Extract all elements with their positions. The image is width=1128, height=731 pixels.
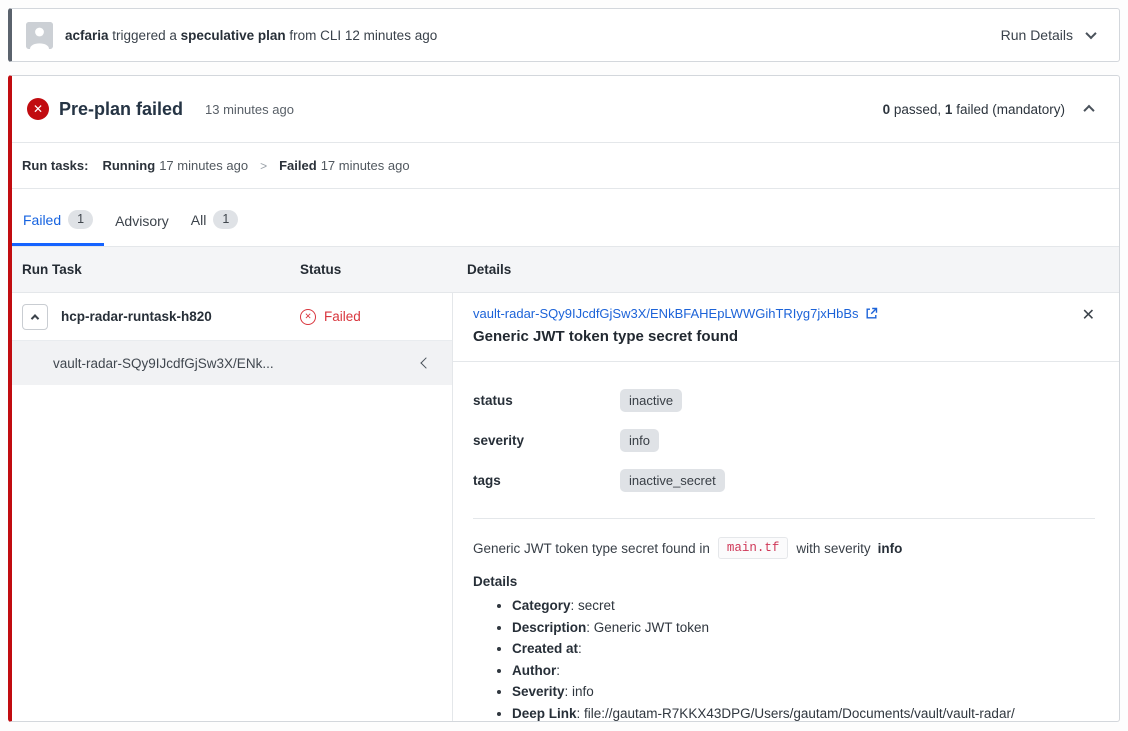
- stage-separator: >: [260, 159, 267, 173]
- tab-all[interactable]: All 1: [180, 210, 250, 246]
- chevron-left-icon: [420, 357, 431, 368]
- list-item: Description: Generic JWT token: [512, 620, 1095, 635]
- list-item: Deep Link: file://gautam-R7KKX43DPG/User…: [512, 706, 1095, 721]
- failed-status-icon: ✕: [300, 309, 316, 325]
- divider: [473, 518, 1095, 519]
- finding-message: Generic JWT token type secret found in m…: [473, 537, 1095, 559]
- trigger-user: acfaria: [65, 28, 109, 43]
- details-header: vault-radar-SQy9IJcdfGjSw3X/ENkBFAHEpLWW…: [453, 293, 1119, 362]
- run-task-list: hcp-radar-runtask-h820 ✕ Failed vault-ra…: [12, 293, 453, 721]
- tags-value-badge: inactive_secret: [620, 469, 725, 492]
- file-name-chip: main.tf: [718, 537, 789, 559]
- run-details-dropdown[interactable]: Run Details: [1001, 27, 1095, 43]
- run-tasks-stage-failed: Failed17 minutes ago: [279, 158, 409, 173]
- run-trigger-bar: acfaria triggered a speculative plan fro…: [8, 8, 1120, 62]
- failed-circle-icon: ✕: [27, 98, 49, 120]
- run-tasks-label: Run tasks:: [22, 158, 88, 173]
- tab-advisory[interactable]: Advisory: [104, 213, 180, 246]
- tab-all-count-badge: 1: [213, 210, 238, 229]
- table-header: Run Task Status Details: [12, 247, 1119, 293]
- column-header-status: Status: [300, 262, 467, 277]
- run-tasks-timeline: Run tasks: Running17 minutes ago > Faile…: [12, 142, 1119, 189]
- chevron-up-icon: [31, 314, 39, 322]
- pre-plan-summary: 0 passed, 1 failed (mandatory): [883, 102, 1093, 117]
- result-name: vault-radar-SQy9IJcdfGjSw3X/ENk...: [53, 356, 274, 371]
- user-avatar-icon: [26, 22, 53, 49]
- collapse-row-button[interactable]: [22, 304, 48, 330]
- tab-failed-count-badge: 1: [68, 210, 93, 229]
- column-header-run-task: Run Task: [22, 262, 300, 277]
- summary-text: 0 passed, 1 failed (mandatory): [883, 102, 1065, 117]
- list-item: Created at:: [512, 641, 1095, 656]
- field-status: status inactive: [473, 380, 1095, 420]
- field-severity: severity info: [473, 420, 1095, 460]
- finding-title: Generic JWT token type secret found: [473, 328, 878, 345]
- column-header-details: Details: [467, 262, 1119, 277]
- details-subheading: Details: [473, 574, 1095, 589]
- status-badge: ✕ Failed: [300, 309, 452, 325]
- finding-details-list: Category: secret Description: Generic JW…: [473, 598, 1095, 721]
- tab-failed[interactable]: Failed 1: [12, 210, 104, 246]
- run-page: acfaria triggered a speculative plan fro…: [0, 0, 1128, 731]
- list-item: Severity: info: [512, 684, 1095, 699]
- run-details-label: Run Details: [1001, 27, 1073, 43]
- status-label: Failed: [324, 309, 361, 324]
- list-item: Category: secret: [512, 598, 1095, 613]
- trigger-summary: acfaria triggered a speculative plan fro…: [65, 28, 437, 43]
- list-item-result[interactable]: vault-radar-SQy9IJcdfGjSw3X/ENk...: [12, 341, 452, 385]
- chevron-down-icon: [1085, 28, 1096, 39]
- trigger-action: speculative plan: [181, 28, 286, 43]
- pre-plan-time: 13 minutes ago: [205, 102, 294, 117]
- table-row: hcp-radar-runtask-h820 ✕ Failed: [12, 293, 452, 341]
- status-value-badge: inactive: [620, 389, 682, 412]
- run-tasks-stage-running: Running17 minutes ago: [102, 158, 248, 173]
- details-body: status inactive severity info tags inact…: [453, 362, 1119, 721]
- details-panel: vault-radar-SQy9IJcdfGjSw3X/ENkBFAHEpLWW…: [453, 293, 1119, 721]
- external-link-icon: [865, 307, 878, 320]
- result-link[interactable]: vault-radar-SQy9IJcdfGjSw3X/ENkBFAHEpLWW…: [473, 306, 878, 321]
- chevron-up-icon: [1083, 105, 1094, 116]
- pre-plan-header: ✕ Pre-plan failed 13 minutes ago 0 passe…: [12, 76, 1119, 142]
- result-tabs: Failed 1 Advisory All 1: [12, 189, 1119, 247]
- severity-value-badge: info: [620, 429, 659, 452]
- field-tags: tags inactive_secret: [473, 460, 1095, 500]
- list-item: Author:: [512, 663, 1095, 678]
- pre-plan-title: Pre-plan failed: [59, 99, 183, 120]
- pre-plan-card: ✕ Pre-plan failed 13 minutes ago 0 passe…: [8, 75, 1120, 722]
- collapse-section-button[interactable]: [1085, 105, 1093, 113]
- run-task-name: hcp-radar-runtask-h820: [61, 309, 212, 324]
- close-icon[interactable]: ✕: [1080, 306, 1097, 345]
- results-content: hcp-radar-runtask-h820 ✕ Failed vault-ra…: [12, 293, 1119, 721]
